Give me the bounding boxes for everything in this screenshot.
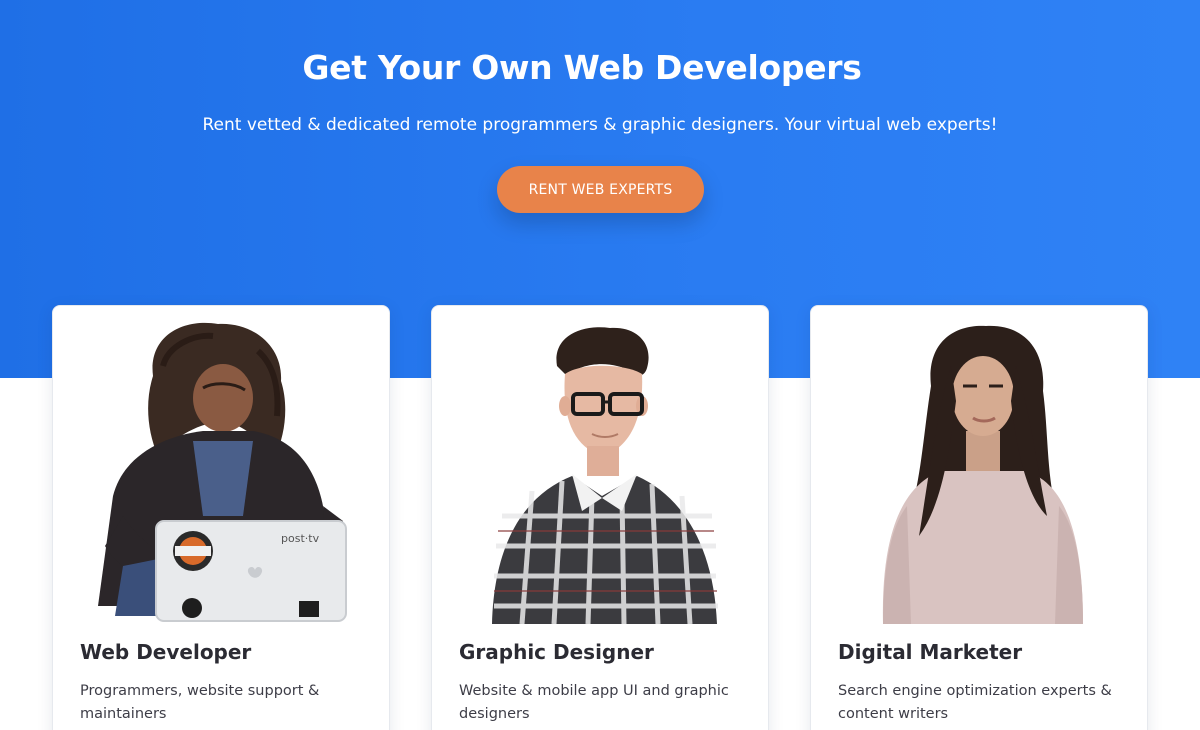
card-description: Search engine optimization experts & con… xyxy=(838,683,1112,722)
rent-web-experts-button[interactable]: RENT WEB EXPERTS xyxy=(497,166,704,213)
hero-title: Get Your Own Web Developers xyxy=(302,48,862,87)
card-description: Website & mobile app UI and graphic desi… xyxy=(459,683,729,722)
man-with-glasses-photo xyxy=(492,327,718,624)
hero-subtitle: Rent vetted & dedicated remote programme… xyxy=(202,115,998,135)
card-title: Web Developer xyxy=(80,640,252,664)
woman-with-laptop-photo: post·tv xyxy=(98,322,347,622)
card-title: Digital Marketer xyxy=(838,640,1023,664)
service-card-graphic-designer[interactable]: Graphic Designer Website & mobile app UI… xyxy=(431,305,769,730)
woman-in-sweater-photo xyxy=(882,325,1083,624)
laptop-sticker-text: post·tv xyxy=(281,532,320,545)
service-card-web-developer[interactable]: post·tv Web Developer Programmers, websi… xyxy=(52,305,390,730)
card-title: Graphic Designer xyxy=(459,640,654,664)
card-description: Programmers, website support & maintaine… xyxy=(80,683,320,722)
service-card-digital-marketer[interactable]: Digital Marketer Search engine optimizat… xyxy=(810,305,1148,730)
